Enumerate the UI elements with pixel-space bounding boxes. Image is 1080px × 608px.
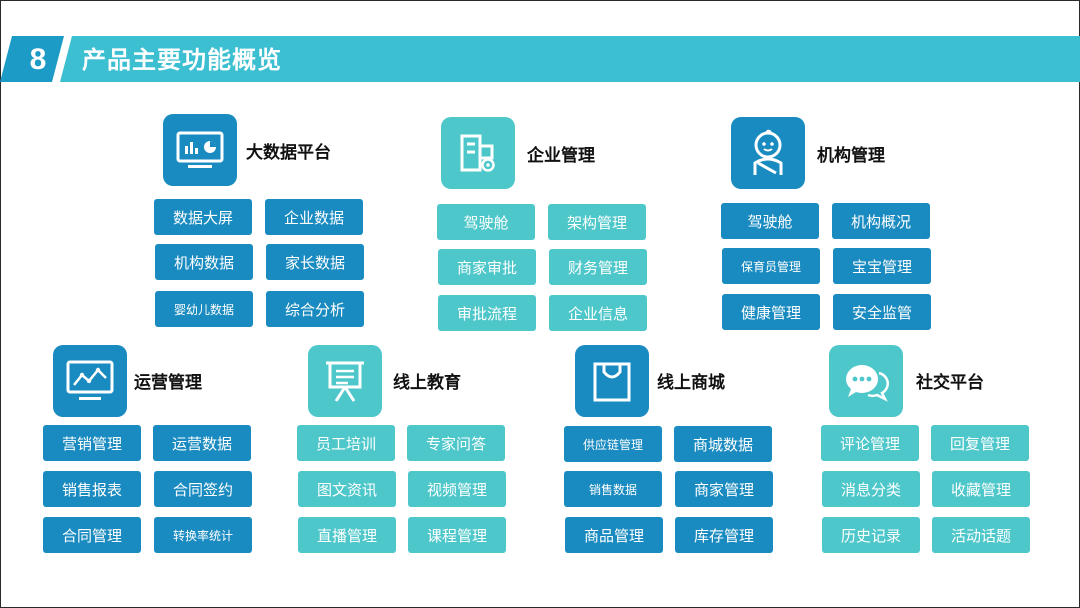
btn-baby-mgmt[interactable]: 宝宝管理: [833, 248, 931, 284]
btn-institution-overview[interactable]: 机构概况: [832, 203, 930, 239]
group-title: 大数据平台: [246, 143, 331, 163]
btn-cockpit[interactable]: 驾驶舱: [721, 203, 819, 239]
btn-finance-mgmt[interactable]: 财务管理: [549, 249, 647, 285]
btn-comment-mgmt[interactable]: 评论管理: [821, 425, 919, 461]
btn-live-mgmt[interactable]: 直播管理: [298, 517, 396, 553]
btn-conversion-stats[interactable]: 转换率统计: [154, 517, 252, 553]
btn-data-screen[interactable]: 数据大屏: [154, 199, 252, 235]
group-title: 社交平台: [916, 373, 984, 393]
line-chart-monitor-icon: [53, 345, 127, 417]
btn-enterprise-info[interactable]: 企业信息: [549, 295, 647, 331]
chat-bubbles-icon: [829, 345, 903, 417]
btn-approval-flow[interactable]: 审批流程: [438, 295, 536, 331]
btn-infant-data[interactable]: 婴幼儿数据: [155, 291, 253, 327]
monitor-chart-icon: [163, 114, 237, 186]
btn-product-mgmt[interactable]: 商品管理: [565, 517, 663, 553]
btn-comprehensive-analysis[interactable]: 综合分析: [266, 291, 364, 327]
btn-inventory-mgmt[interactable]: 库存管理: [675, 517, 773, 553]
page-title: 产品主要功能概览: [82, 46, 282, 74]
btn-staff-training[interactable]: 员工培训: [297, 425, 395, 461]
btn-sales-report[interactable]: 销售报表: [43, 471, 141, 507]
btn-merchant-mgmt[interactable]: 商家管理: [675, 471, 773, 507]
group-title: 运营管理: [134, 373, 202, 393]
btn-course-mgmt[interactable]: 课程管理: [408, 517, 506, 553]
btn-video-mgmt[interactable]: 视频管理: [408, 471, 506, 507]
group-title: 企业管理: [527, 146, 595, 166]
btn-supply-chain[interactable]: 供应链管理: [564, 426, 662, 462]
presentation-board-icon: [308, 345, 382, 417]
btn-article-news[interactable]: 图文资讯: [298, 471, 396, 507]
btn-reply-mgmt[interactable]: 回复管理: [931, 425, 1029, 461]
btn-mall-data[interactable]: 商城数据: [674, 426, 772, 462]
btn-sales-data[interactable]: 销售数据: [564, 471, 662, 507]
btn-contract-signing[interactable]: 合同签约: [154, 471, 252, 507]
btn-message-category[interactable]: 消息分类: [822, 471, 920, 507]
group-title: 机构管理: [817, 146, 885, 166]
btn-marketing-mgmt[interactable]: 营销管理: [43, 425, 141, 461]
btn-health-mgmt[interactable]: 健康管理: [722, 294, 820, 330]
shopping-bag-icon: [575, 345, 649, 417]
btn-institution-data[interactable]: 机构数据: [155, 244, 253, 280]
btn-contract-mgmt[interactable]: 合同管理: [43, 517, 141, 553]
btn-safety-supervision[interactable]: 安全监管: [833, 294, 931, 330]
btn-activity-topics[interactable]: 活动话题: [932, 517, 1030, 553]
btn-caregiver-mgmt[interactable]: 保育员管理: [722, 248, 820, 284]
btn-structure-mgmt[interactable]: 架构管理: [548, 204, 646, 240]
btn-cockpit[interactable]: 驾驶舱: [437, 204, 535, 240]
btn-history[interactable]: 历史记录: [822, 517, 920, 553]
btn-enterprise-data[interactable]: 企业数据: [265, 199, 363, 235]
btn-favorites-mgmt[interactable]: 收藏管理: [932, 471, 1030, 507]
btn-parent-data[interactable]: 家长数据: [266, 244, 364, 280]
group-title: 线上商城: [657, 373, 725, 393]
baby-icon: [731, 117, 805, 189]
building-gear-icon: [441, 117, 515, 189]
btn-expert-qa[interactable]: 专家问答: [407, 425, 505, 461]
btn-merchant-approval[interactable]: 商家审批: [438, 249, 536, 285]
btn-operations-data[interactable]: 运营数据: [153, 425, 251, 461]
slide-number: 8: [29, 43, 47, 76]
group-title: 线上教育: [393, 373, 461, 393]
